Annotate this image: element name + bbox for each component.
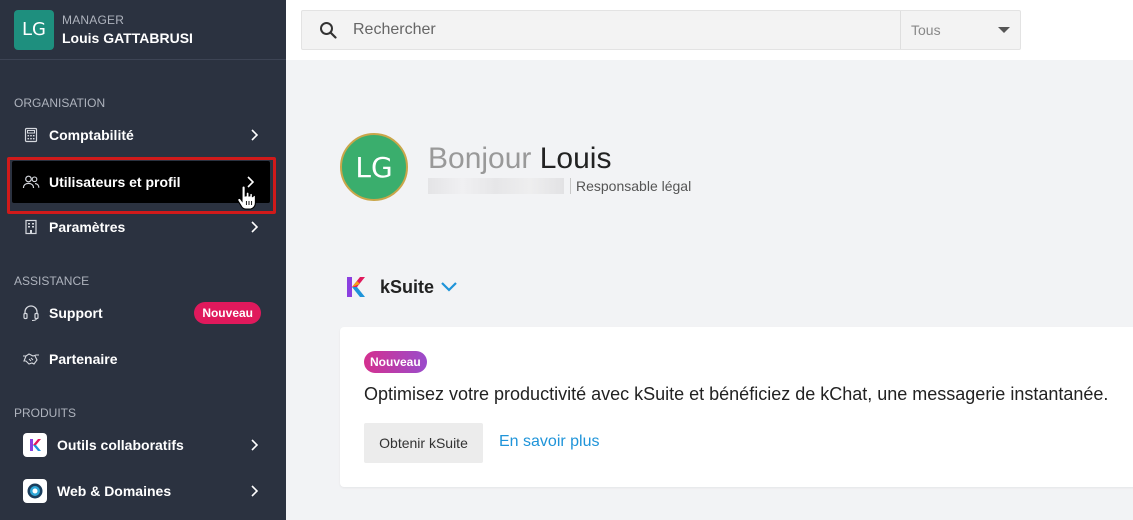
headset-icon: [22, 304, 40, 322]
web-domains-app-icon: [23, 479, 47, 503]
sidebar-item-parametres[interactable]: Paramètres: [0, 207, 286, 247]
section-title-assistance: ASSISTANCE: [14, 274, 90, 288]
chevron-right-icon: [248, 439, 260, 451]
product-name: kSuite: [380, 276, 435, 297]
blurred-email: [428, 178, 564, 194]
sidebar-item-comptabilite[interactable]: Comptabilité: [0, 115, 286, 155]
ksuite-app-icon: [23, 433, 47, 457]
search-filter-select[interactable]: Tous: [900, 11, 1020, 49]
hand-pointer-cursor-icon: [237, 185, 256, 210]
users-icon: [22, 173, 40, 191]
sidebar-item-label: Paramètres: [49, 219, 126, 235]
user-subtitle: Responsable légal: [428, 178, 691, 194]
new-badge: Nouveau: [194, 302, 261, 324]
user-role: MANAGER: [62, 13, 125, 27]
greeting: Bonjour Louis: [428, 142, 611, 176]
caret-down-icon: [998, 27, 1010, 33]
user-role-label: Responsable légal: [576, 178, 692, 194]
chevron-down-icon: [441, 282, 457, 292]
section-title-organisation: ORGANISATION: [14, 96, 106, 110]
section-title-produits: PRODUITS: [14, 406, 77, 420]
profile-avatar: LG: [340, 133, 408, 201]
ksuite-promo-card: Nouveau Optimisez votre productivité ave…: [340, 327, 1133, 487]
promo-text: Optimisez votre productivité avec kSuite…: [364, 384, 1109, 404]
product-selector[interactable]: kSuite: [344, 275, 458, 299]
sidebar-item-outils-collaboratifs[interactable]: Outils collaboratifs: [0, 425, 286, 465]
sidebar-item-web-domaines[interactable]: Web & Domaines: [0, 471, 286, 511]
sidebar-item-utilisateurs[interactable]: Utilisateurs et profil: [12, 161, 270, 203]
search-filter-value: Tous: [911, 22, 941, 38]
chevron-right-icon: [248, 129, 260, 141]
handshake-icon: [22, 350, 40, 368]
avatar: LG: [14, 9, 54, 50]
sidebar: LG MANAGER Louis GATTABRUSI ORGANISATION…: [0, 0, 286, 520]
calculator-icon: [22, 126, 40, 144]
divider: [570, 178, 571, 194]
search-input[interactable]: Rechercher: [353, 21, 900, 39]
sidebar-item-label: Utilisateurs et profil: [49, 174, 181, 190]
sidebar-item-label: Web & Domaines: [57, 483, 172, 499]
search-icon: [320, 22, 337, 39]
chevron-right-icon: [248, 485, 260, 497]
sidebar-item-support[interactable]: Support Nouveau: [0, 293, 286, 333]
sidebar-item-label: Support: [49, 305, 103, 321]
sidebar-item-partenaire[interactable]: Partenaire: [0, 339, 286, 379]
greeting-hello: Bonjour: [428, 142, 532, 175]
main-content: LG Bonjour Louis Responsable légal kSuit…: [286, 60, 1133, 520]
chevron-right-icon: [248, 221, 260, 233]
user-name: Louis GATTABRUSI: [62, 30, 193, 46]
sidebar-item-label: Outils collaboratifs: [57, 437, 184, 453]
search-bar: Rechercher Tous: [301, 10, 1021, 50]
top-bar: Rechercher Tous: [286, 0, 1133, 60]
greeting-name: Louis: [539, 142, 612, 175]
learn-more-link[interactable]: En savoir plus: [499, 433, 600, 451]
building-icon: [22, 218, 40, 236]
profile-header[interactable]: LG MANAGER Louis GATTABRUSI: [0, 0, 286, 60]
sidebar-item-label: Partenaire: [49, 351, 118, 367]
new-badge: Nouveau: [364, 351, 427, 373]
ksuite-logo-icon: [347, 277, 365, 297]
get-ksuite-button[interactable]: Obtenir kSuite: [364, 423, 483, 463]
sidebar-item-label: Comptabilité: [49, 127, 134, 143]
